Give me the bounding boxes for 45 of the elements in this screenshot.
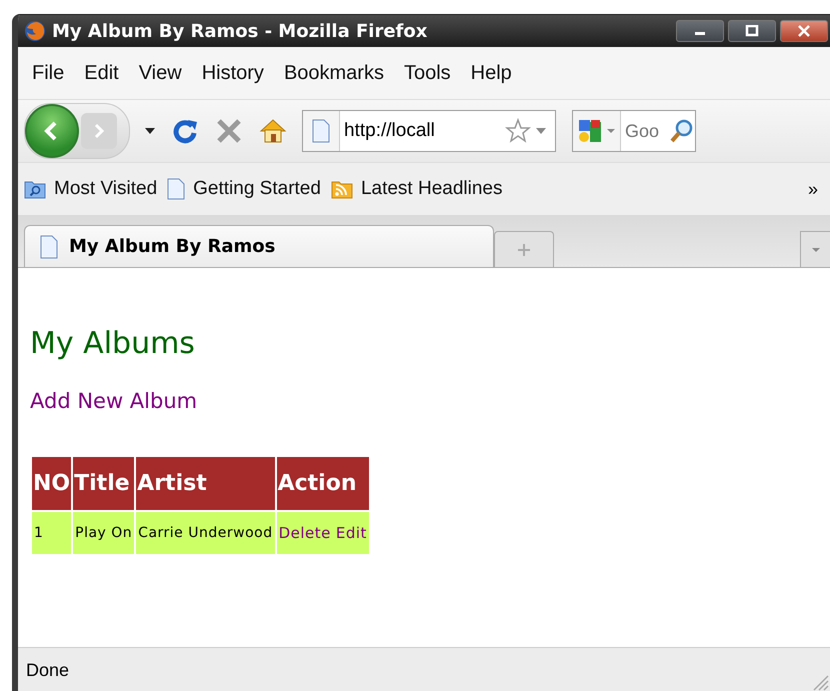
plus-icon [517,242,531,256]
action-link[interactable]: Delete [278,524,331,542]
dropdown-caret-icon [810,246,820,252]
page-icon [39,234,59,258]
back-button[interactable] [25,104,79,158]
menu-item[interactable]: Help [464,62,526,84]
close-icon [797,25,811,37]
column-header: Action [276,457,369,510]
table-cell: Carrie Underwood [136,512,275,554]
rss-folder-icon [330,179,353,199]
column-header: NO [32,457,72,510]
address-bar[interactable]: http://locall [302,110,556,152]
status-text: Done [26,660,70,680]
action-link[interactable]: Edit [336,524,367,542]
maximize-icon [745,25,759,37]
add-album-link[interactable]: Add New Album [30,389,198,413]
menu-item[interactable]: History [196,62,278,84]
firefox-logo-icon [24,20,46,42]
page-icon [311,119,331,143]
star-icon[interactable] [505,118,531,144]
menu-item[interactable]: Bookmarks [278,62,398,84]
column-header: Title [73,457,134,510]
close-button[interactable] [780,20,828,42]
table-cell: Play On [73,512,134,554]
menu-item[interactable]: View [132,62,196,84]
bookmark-item[interactable]: Getting Started [167,178,321,200]
bookmark-item[interactable]: Most Visited [24,178,158,200]
menu-item[interactable]: Tools [398,62,465,84]
menu-item[interactable]: File [26,62,78,84]
search-engine-icon[interactable] [577,118,603,144]
url-text: http://locall [344,120,436,142]
menu-item[interactable]: Edit [78,62,133,84]
bookmark-item[interactable]: Latest Headlines [330,178,502,200]
page-heading: My Albums [30,326,196,361]
overflow-chevron[interactable]: » [808,178,830,200]
table-cell: 1 [32,512,72,554]
window-title: My Album By Ramos - Mozilla Firefox [52,20,428,42]
browser-tab[interactable]: My Album By Ramos [24,225,494,267]
maximize-button[interactable] [728,20,776,42]
search-icon[interactable] [669,118,695,144]
folder-icon [24,179,46,199]
page-icon [167,178,186,200]
minimize-button[interactable] [676,20,724,42]
dropdown-caret-icon[interactable] [144,127,156,135]
column-header: Artist [136,457,275,510]
